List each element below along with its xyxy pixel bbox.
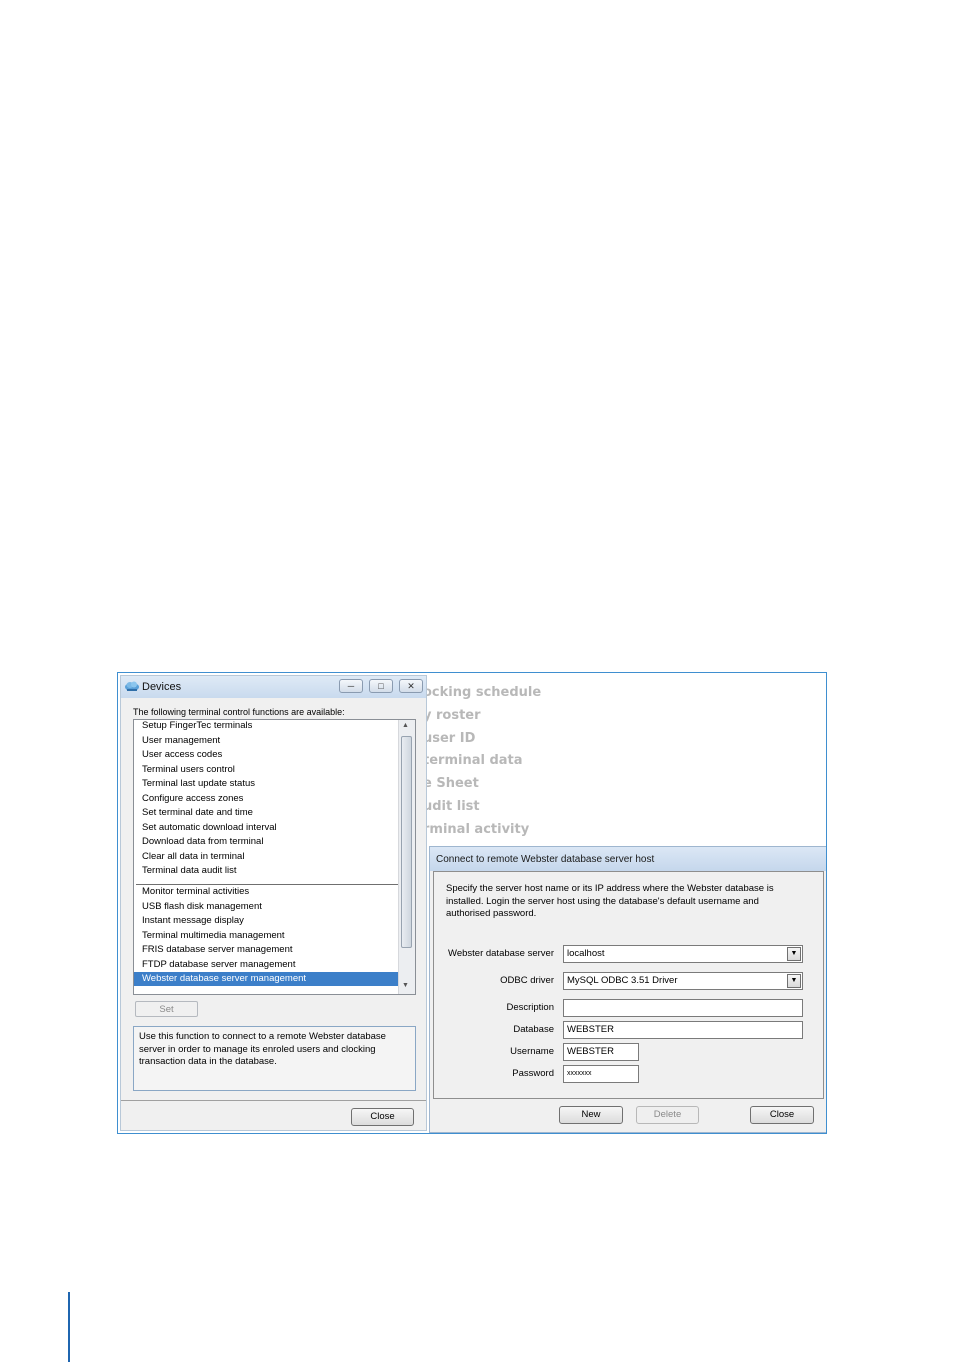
screenshot-frame: ocking schedule y roster user ID termina… (117, 672, 827, 1134)
list-item[interactable]: Terminal multimedia management (134, 929, 399, 943)
username-label: Username (510, 1046, 554, 1057)
scroll-down-icon[interactable]: ▼ (402, 982, 409, 989)
devices-title-bar[interactable]: Devices ─ □ ✕ (121, 676, 426, 698)
description-label: Description (506, 1002, 554, 1013)
devices-title: Devices (142, 681, 182, 693)
background-menu-item[interactable]: terminal data (423, 753, 523, 768)
list-item[interactable]: Terminal data audit list (134, 864, 399, 878)
chevron-down-icon[interactable]: ▼ (787, 947, 801, 961)
username-field[interactable]: WEBSTER (563, 1043, 639, 1061)
description-field[interactable] (563, 999, 803, 1017)
app-cloud-icon (125, 681, 139, 691)
list-item[interactable]: User management (134, 734, 399, 748)
list-item[interactable]: Set automatic download interval (134, 821, 399, 835)
page-margin-rule (68, 1292, 70, 1362)
connect-title: Connect to remote Webster database serve… (436, 854, 655, 865)
set-button[interactable]: Set (135, 1001, 198, 1017)
background-menu-item[interactable]: ocking schedule (423, 685, 541, 700)
database-field[interactable]: WEBSTER (563, 1021, 803, 1039)
chevron-down-icon[interactable]: ▼ (787, 974, 801, 988)
background-menu-item[interactable]: e Sheet (423, 776, 479, 791)
list-item[interactable]: Instant message display (134, 914, 399, 928)
password-field[interactable]: xxxxxxx (563, 1065, 639, 1083)
driver-select[interactable]: MySQL ODBC 3.51 Driver ▼ (563, 972, 803, 990)
footer-divider (121, 1100, 426, 1101)
database-label: Database (513, 1024, 554, 1035)
new-button[interactable]: New (559, 1106, 623, 1124)
maximize-icon: □ (378, 681, 384, 691)
list-item[interactable]: Terminal last update status (134, 777, 399, 791)
list-item[interactable]: USB flash disk management (134, 900, 399, 914)
close-icon: ✕ (407, 681, 415, 691)
list-item[interactable]: Configure access zones (134, 792, 399, 806)
password-label: Password (512, 1068, 554, 1079)
connect-instructions: Specify the server host name or its IP a… (446, 883, 774, 919)
devices-window: Devices ─ □ ✕ The following terminal con… (120, 675, 427, 1131)
connect-title-bar[interactable]: Connect to remote Webster database serve… (430, 847, 826, 871)
background-menu-item[interactable]: user ID (423, 731, 475, 746)
list-item[interactable]: Terminal users control (134, 763, 399, 777)
scrollbar-thumb[interactable] (401, 736, 412, 948)
server-value: localhost (567, 948, 605, 959)
driver-label: ODBC driver (500, 975, 554, 986)
list-item[interactable]: FRIS database server management (134, 943, 399, 957)
close-button[interactable]: Close (351, 1108, 414, 1126)
list-item[interactable]: Download data from terminal (134, 835, 399, 849)
functions-list[interactable]: Setup FingerTec terminals User managemen… (133, 719, 416, 995)
connect-close-button[interactable]: Close (750, 1106, 814, 1124)
scroll-up-icon[interactable]: ▲ (402, 722, 409, 729)
background-menu-item[interactable]: rminal activity (423, 822, 529, 837)
connect-dialog: Connect to remote Webster database serve… (429, 846, 826, 1133)
list-item[interactable]: Clear all data in terminal (134, 850, 399, 864)
minimize-icon: ─ (347, 681, 355, 691)
list-item[interactable]: Set terminal date and time (134, 806, 399, 820)
list-scrollbar[interactable]: ▲ ▼ (398, 720, 415, 994)
list-item[interactable]: Setup FingerTec terminals (134, 720, 399, 733)
function-description: Use this function to connect to a remote… (133, 1026, 416, 1091)
delete-button[interactable]: Delete (636, 1106, 699, 1124)
functions-intro: The following terminal control functions… (133, 707, 345, 717)
minimize-button[interactable]: ─ (339, 679, 363, 693)
close-window-button[interactable]: ✕ (399, 679, 423, 693)
server-label: Webster database server (448, 948, 554, 959)
list-item[interactable]: FTDP database server management (134, 958, 399, 972)
list-item[interactable]: Monitor terminal activities (134, 885, 399, 899)
background-menu-item[interactable]: udit list (423, 799, 480, 814)
driver-value: MySQL ODBC 3.51 Driver (567, 975, 678, 986)
server-select[interactable]: localhost ▼ (563, 945, 803, 963)
list-item[interactable]: User access codes (134, 748, 399, 762)
maximize-button[interactable]: □ (369, 679, 393, 693)
background-menu-item[interactable]: y roster (423, 708, 481, 723)
list-item-selected[interactable]: Webster database server management (134, 972, 399, 986)
connect-form-panel: Specify the server host name or its IP a… (433, 871, 824, 1099)
